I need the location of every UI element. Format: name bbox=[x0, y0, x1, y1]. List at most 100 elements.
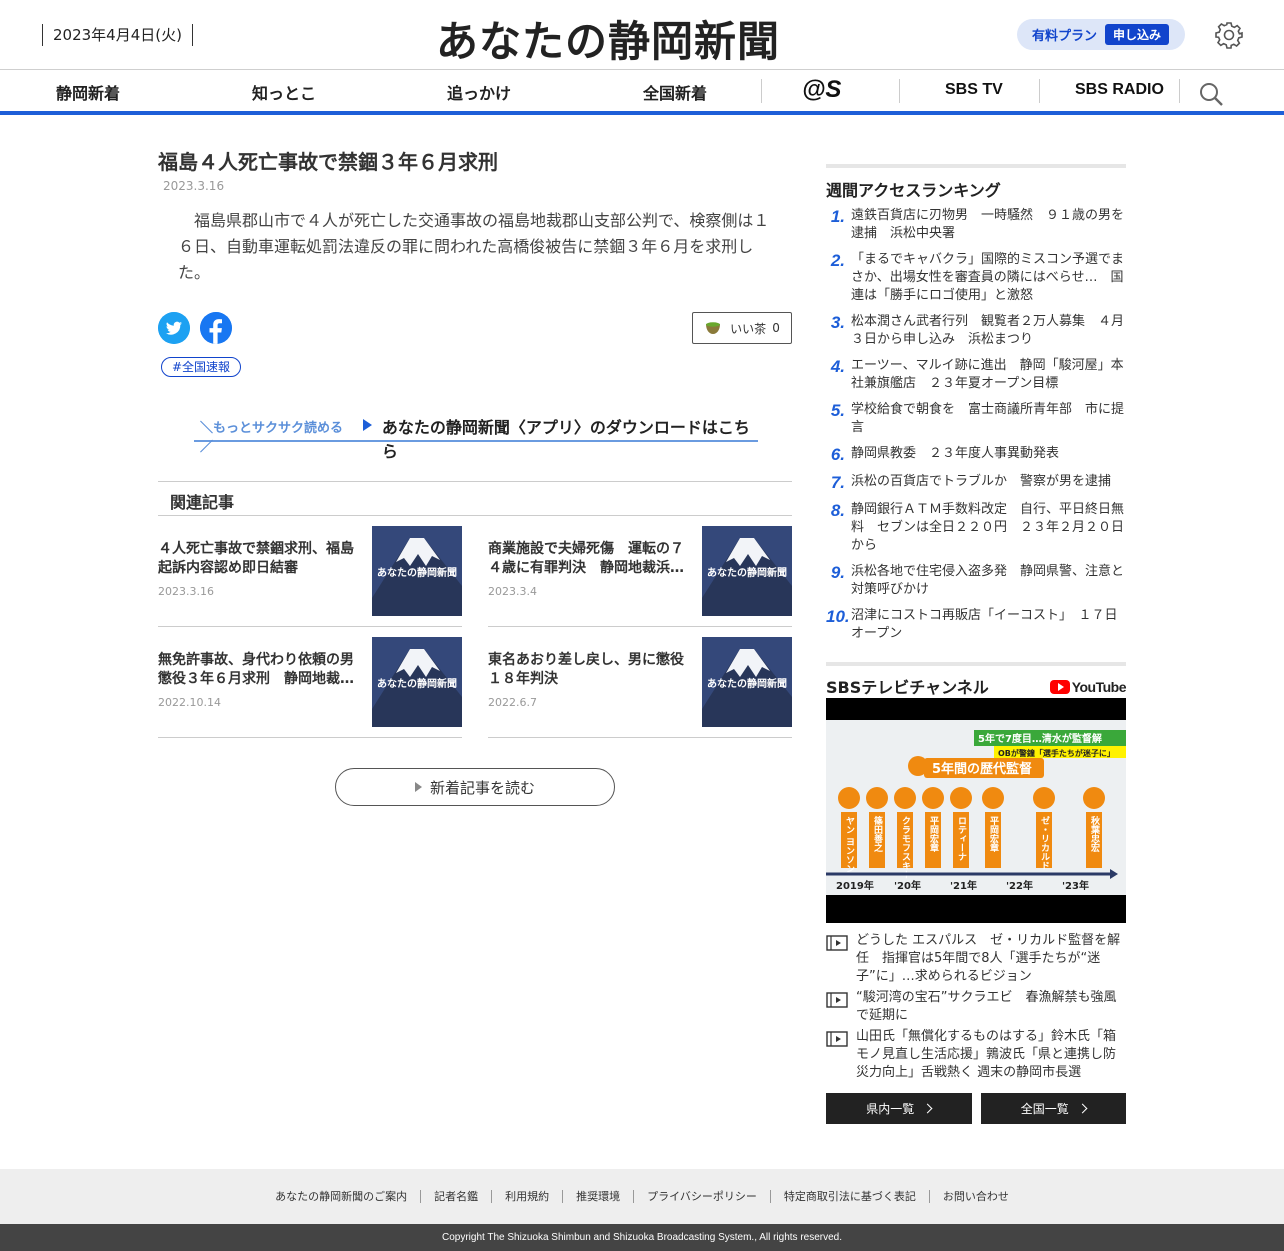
ranking-item[interactable]: 10. 沼津にコストコ再販店「イーコスト」 １７日オープン bbox=[826, 607, 1126, 643]
rank-number: 5. bbox=[830, 401, 845, 420]
search-icon[interactable] bbox=[1198, 81, 1224, 107]
coach-name: 平岡宏章 bbox=[988, 816, 999, 853]
timeline-year: 2019年 bbox=[836, 879, 874, 892]
nav-sbs-tv-logo[interactable]: SBS TV bbox=[945, 81, 1003, 99]
timeline-year: '23年 bbox=[1062, 879, 1089, 892]
coach-name: ヤン ヨンソン bbox=[844, 816, 855, 873]
chevron-right-icon bbox=[922, 1103, 933, 1114]
weekly-ranking: 週間アクセスランキング 1. 遠鉄百貨店に刃物男 一時騒然 ９１歳の男を逮捕 浜松… bbox=[826, 164, 1126, 651]
nav-national-new[interactable]: 全国新着 bbox=[643, 80, 707, 104]
ranking-item[interactable]: 3. 松本潤さん武者行列 観覧者２万人募集 ４月３日から申し込み 浜松まつり bbox=[826, 313, 1126, 349]
footer-link-commerce-law[interactable]: 特定商取引法に基づく表記 bbox=[769, 1190, 929, 1203]
app-banner-tagline: ＼もっとサクサク読める／ bbox=[200, 421, 344, 455]
nav-divider bbox=[761, 79, 762, 103]
prefecture-list-label: 県内一覧 bbox=[866, 1102, 915, 1116]
related-article[interactable]: 無免許事故、身代わり依頼の男 懲役３年６月求刑 静岡地裁… 2022.10.14… bbox=[158, 627, 462, 738]
nav-at-s-logo[interactable]: @S bbox=[802, 76, 841, 104]
paid-plan-banner[interactable]: 有料プラン 申し込み bbox=[1017, 19, 1185, 50]
ranking-item[interactable]: 9. 浜松各地で住宅侵入盗多発 静岡県警、注意と対策呼びかけ bbox=[826, 563, 1126, 599]
ranking-list: 1. 遠鉄百貨店に刃物男 一時騒然 ９１歳の男を逮捕 浜松中央署 2. 「まるでキャ… bbox=[826, 207, 1126, 643]
related-article-thumbnail: あなたの静岡新聞 bbox=[372, 637, 462, 727]
ranking-item-text: 沼津にコストコ再販店「イーコスト」 １７日オープン bbox=[851, 608, 1118, 641]
footer-link-about[interactable]: あなたの静岡新聞のご案内 bbox=[262, 1190, 420, 1203]
footer-link-reporters[interactable]: 記者名鑑 bbox=[420, 1190, 491, 1203]
site-logo[interactable]: あなたの静岡新聞 bbox=[436, 8, 780, 69]
thumbnail-caption: あなたの静岡新聞 bbox=[707, 568, 787, 579]
gear-icon[interactable] bbox=[1214, 20, 1244, 50]
footer-link-privacy[interactable]: プライバシーポリシー bbox=[633, 1190, 770, 1203]
ranking-item[interactable]: 4. エーツー、マルイ跡に進出 静岡「駿河屋」本社兼旗艦店 ２３年夏オープン目標 bbox=[826, 357, 1126, 393]
related-article-thumbnail: あなたの静岡新聞 bbox=[702, 637, 792, 727]
prefecture-list-button[interactable]: 県内一覧 bbox=[826, 1093, 972, 1124]
related-article-date: 2022.6.7 bbox=[488, 696, 537, 709]
rank-number: 2. bbox=[830, 251, 845, 270]
video-banner-1: 5年で7度目…清水が監督解 bbox=[978, 732, 1102, 745]
current-date: 2023年4月4日(火) bbox=[42, 24, 193, 46]
nav-divider bbox=[1179, 79, 1180, 103]
iicha-like-button[interactable]: いい茶 0 bbox=[692, 312, 792, 344]
footer-link-environment[interactable]: 推奨環境 bbox=[562, 1190, 633, 1203]
related-article-title: ４人死亡事故で禁錮求刑、福島 起訴内容認め即日結審 bbox=[158, 541, 358, 576]
video-player[interactable]: 5年で7度目…清水が監督解 OBが警鐘「選手たちが迷子に」 5年間の歴代監督 ヤ… bbox=[826, 698, 1126, 923]
ranking-item[interactable]: 6. 静岡県教委 ２３年度人事異動発表 bbox=[826, 445, 1126, 465]
ranking-item[interactable]: 2. 「まるでキャバクラ」国際的ミスコン予選でまさか、出場女性を審査員の隣にはべら… bbox=[826, 251, 1126, 305]
coach-name: ゼ・リカルド bbox=[1039, 815, 1050, 870]
tv-video-item[interactable]: “駿河湾の宝石”サクラエビ 春漁解禁も強風で延期に bbox=[826, 989, 1126, 1025]
tea-cup-icon bbox=[706, 322, 721, 334]
coach-name: 平岡宏章 bbox=[928, 816, 939, 853]
iicha-count: 0 bbox=[772, 321, 780, 335]
paid-plan-label: 有料プラン bbox=[1032, 29, 1098, 44]
triangle-right-icon bbox=[362, 419, 372, 431]
related-article[interactable]: ４人死亡事故で禁錮求刑、福島 起訴内容認め即日結審 2023.3.16 あなたの… bbox=[158, 516, 462, 627]
tv-video-item[interactable]: 山田氏「無償化するものはする」鈴木氏「箱モノ見直し生活応援」鶉波氏「県と連携し防… bbox=[826, 1028, 1126, 1082]
read-new-articles-button[interactable]: 新着記事を読む bbox=[335, 768, 615, 806]
related-article[interactable]: 商業施設で夫婦死傷 運転の７４歳に有罪判決 静岡地裁浜… 2023.3.4 あな… bbox=[488, 516, 792, 627]
timeline-year: '20年 bbox=[894, 879, 921, 892]
rank-number: 3. bbox=[830, 313, 845, 332]
article-body: 福島県郡山市で４人が死亡した交通事故の福島地裁郡山支部公判で、検察側は１６日、自… bbox=[178, 211, 770, 282]
chevron-right-icon bbox=[1077, 1103, 1088, 1114]
coach-name: 秋葉忠宏 bbox=[1089, 815, 1101, 853]
app-download-banner[interactable]: ＼もっとサクサク読める／ あなたの静岡新聞〈アプリ〉のダウンロードはこちら bbox=[194, 411, 758, 461]
facebook-share-icon[interactable] bbox=[200, 312, 232, 344]
national-list-button[interactable]: 全国一覧 bbox=[980, 1093, 1126, 1124]
tv-video-list: どうした エスパルス ゼ・リカルド監督を解任 指揮官は5年間で8人「選手たちが“… bbox=[826, 932, 1126, 1085]
nav-sbs-radio-logo[interactable]: SBS RADIO bbox=[1075, 81, 1164, 99]
nav-shizuoka-new[interactable]: 静岡新着 bbox=[56, 80, 120, 104]
rank-number: 10. bbox=[826, 607, 850, 626]
plan-signup-button[interactable]: 申し込み bbox=[1105, 24, 1170, 45]
video-thumbnail: 5年で7度目…清水が監督解 OBが警鐘「選手たちが迷子に」 5年間の歴代監督 ヤ… bbox=[826, 720, 1126, 895]
twitter-share-icon[interactable] bbox=[158, 312, 190, 344]
rank-number: 6. bbox=[830, 445, 845, 464]
rank-number: 9. bbox=[830, 563, 845, 582]
thumbnail-caption: あなたの静岡新聞 bbox=[377, 568, 457, 579]
rank-number: 4. bbox=[830, 357, 845, 376]
tv-video-title: どうした エスパルス ゼ・リカルド監督を解任 指揮官は5年間で8人「選手たちが“… bbox=[856, 933, 1121, 984]
ranking-title: 週間アクセスランキング bbox=[826, 181, 1001, 200]
video-heading: 5年間の歴代監督 bbox=[932, 761, 1032, 777]
nav-shittoko[interactable]: 知っとこ bbox=[252, 80, 316, 104]
coach-name: ロティーナ bbox=[956, 816, 967, 861]
timeline-year: '22年 bbox=[1006, 879, 1033, 892]
ranking-item[interactable]: 8. 静岡銀行ＡＴＭ手数料改定 自行、平日終日無料 セブンは全日２２０円 ２３年２… bbox=[826, 501, 1126, 555]
ranking-item[interactable]: 5. 学校給食で朝食を 富士商議所青年部 市に提言 bbox=[826, 401, 1126, 437]
related-article[interactable]: 東名あおり差し戻し、男に懲役１８年判決 2022.6.7 あなたの静岡新聞 bbox=[488, 627, 792, 738]
article-title: 福島４人死亡事故で禁錮３年６月求刑 bbox=[158, 150, 498, 174]
footer-link-terms[interactable]: 利用規約 bbox=[491, 1190, 562, 1203]
ranking-item[interactable]: 1. 遠鉄百貨店に刃物男 一時騒然 ９１歳の男を逮捕 浜松中央署 bbox=[826, 207, 1126, 243]
video-banner-2: OBが警鐘「選手たちが迷子に」 bbox=[998, 748, 1115, 758]
nav-okkake[interactable]: 追っかけ bbox=[447, 80, 511, 104]
nav-divider bbox=[1039, 79, 1040, 103]
ranking-item-text: 学校給食で朝食を 富士商議所青年部 市に提言 bbox=[851, 402, 1125, 435]
ranking-item-text: エーツー、マルイ跡に進出 静岡「駿河屋」本社兼旗艦店 ２３年夏オープン目標 bbox=[851, 358, 1124, 391]
youtube-logo[interactable]: YouTube bbox=[1049, 679, 1127, 695]
copyright: Copyright The Shizuoka Shimbun and Shizu… bbox=[0, 1224, 1284, 1251]
related-article-title: 無免許事故、身代わり依頼の男 懲役３年６月求刑 静岡地裁… bbox=[158, 652, 358, 687]
related-article-date: 2023.3.4 bbox=[488, 585, 537, 598]
tv-video-item[interactable]: どうした エスパルス ゼ・リカルド監督を解任 指揮官は5年間で8人「選手たちが“… bbox=[826, 932, 1126, 986]
tag-national-news[interactable]: #全国速報 bbox=[161, 357, 242, 377]
thumbnail-caption: あなたの静岡新聞 bbox=[377, 679, 457, 690]
coach-name: クラモフスキー bbox=[900, 816, 911, 879]
footer-link-contact[interactable]: お問い合わせ bbox=[928, 1190, 1022, 1203]
ranking-item[interactable]: 7. 浜松の百貨店でトラブルか 警察が男を逮捕 bbox=[826, 473, 1126, 493]
